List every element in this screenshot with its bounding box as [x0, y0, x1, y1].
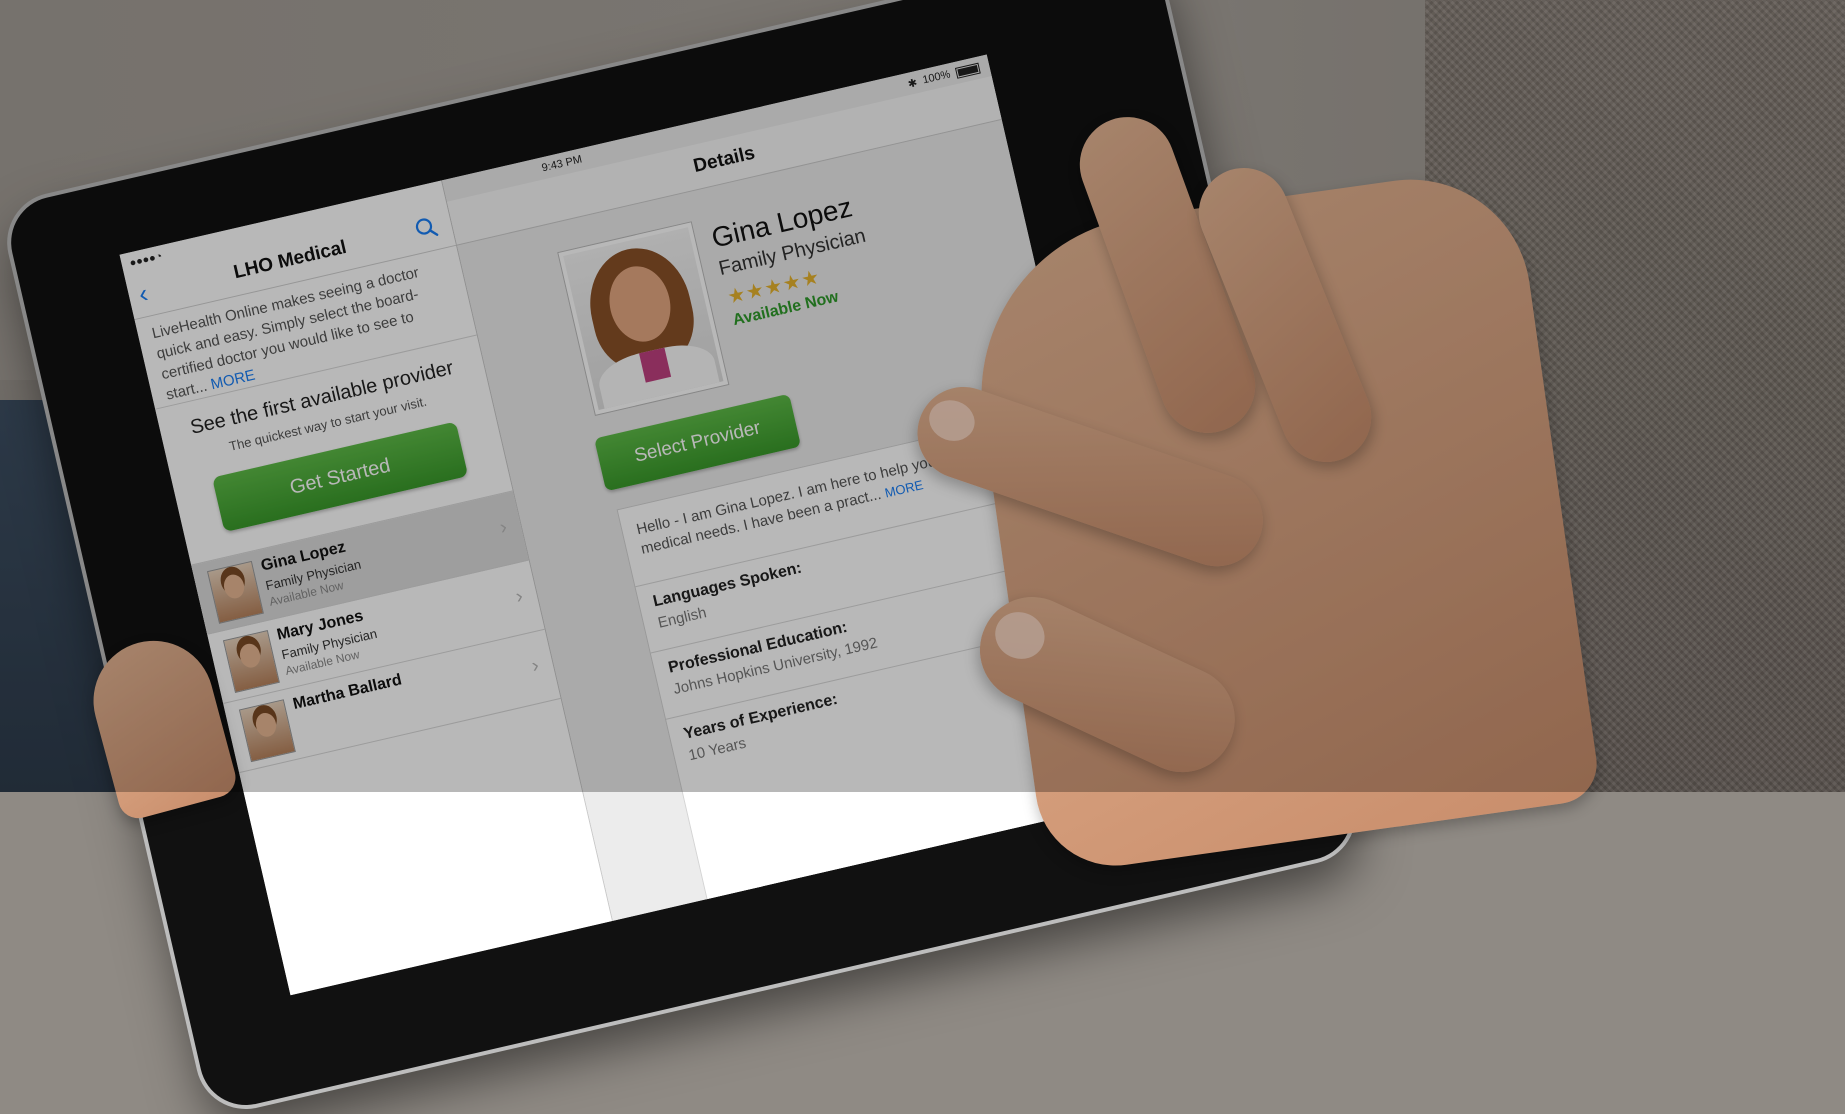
search-icon[interactable]	[411, 212, 442, 243]
provider-avatar	[206, 560, 264, 624]
chevron-right-icon: ›	[513, 585, 526, 609]
battery-icon	[954, 62, 981, 79]
bio-more-link[interactable]: MORE	[883, 477, 924, 500]
chevron-right-icon: ›	[529, 654, 542, 678]
battery-percent: 100%	[921, 68, 952, 87]
bluetooth-icon: ✱	[906, 76, 919, 91]
provider-avatar	[238, 699, 296, 763]
chevron-right-icon: ›	[497, 515, 510, 539]
wifi-icon: ◔	[154, 250, 164, 264]
doctor-photo-image	[563, 227, 724, 410]
thumbnail	[987, 604, 1053, 667]
provider-list: Gina Lopez Family Physician Available No…	[191, 491, 561, 774]
signal-strength: ●●●●	[128, 251, 158, 270]
detail-title: Details	[691, 142, 757, 178]
back-chevron-icon[interactable]: ‹	[136, 278, 151, 309]
fingernail	[923, 394, 981, 447]
provider-avatar	[222, 630, 280, 694]
doctor-photo	[557, 221, 730, 416]
